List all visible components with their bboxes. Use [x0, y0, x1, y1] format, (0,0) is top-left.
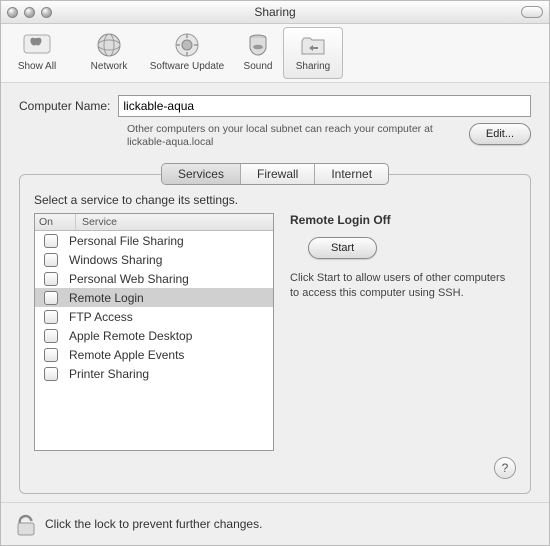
service-detail-title: Remote Login Off: [290, 213, 391, 227]
titlebar: Sharing: [1, 1, 549, 24]
toolbar-label: Network: [91, 61, 128, 72]
apple-icon: [22, 30, 52, 60]
toolbar-label: Show All: [18, 61, 56, 72]
globe-icon: [94, 30, 124, 60]
computer-name-input[interactable]: [118, 95, 531, 117]
service-item-windows-sharing[interactable]: Windows Sharing: [35, 250, 273, 269]
service-checkbox[interactable]: [35, 348, 67, 362]
service-name: Windows Sharing: [67, 253, 273, 267]
service-checkbox[interactable]: [35, 272, 67, 286]
service-item-personal-web-sharing[interactable]: Personal Web Sharing: [35, 269, 273, 288]
computer-name-label: Computer Name:: [19, 99, 110, 113]
minimize-window-button[interactable]: [24, 7, 35, 18]
lock-text: Click the lock to prevent further change…: [45, 517, 262, 531]
start-service-button[interactable]: Start: [308, 237, 377, 259]
preferences-toolbar: Show All Network Software Update Sound S: [1, 24, 549, 83]
service-item-remote-login[interactable]: Remote Login: [35, 288, 273, 307]
subnet-hint: Other computers on your local subnet can…: [127, 123, 457, 149]
column-header-service[interactable]: Service: [76, 214, 273, 230]
tab-firewall[interactable]: Firewall: [241, 164, 315, 184]
column-header-on[interactable]: On: [35, 214, 76, 230]
toolbar-toggle-button[interactable]: [521, 6, 543, 18]
toolbar-sharing[interactable]: Sharing: [283, 27, 343, 79]
services-panel: Select a service to change its settings.…: [19, 174, 531, 494]
service-name: Personal Web Sharing: [67, 272, 273, 286]
content-area: Computer Name: Other computers on your l…: [1, 83, 549, 502]
service-checkbox[interactable]: [35, 367, 67, 381]
tab-internet[interactable]: Internet: [315, 164, 388, 184]
folder-share-icon: [298, 30, 328, 60]
service-item-apple-remote-desktop[interactable]: Apple Remote Desktop: [35, 326, 273, 345]
service-item-remote-apple-events[interactable]: Remote Apple Events: [35, 345, 273, 364]
services-header: On Service: [35, 214, 273, 231]
lock-icon[interactable]: [15, 511, 37, 537]
service-name: Remote Apple Events: [67, 348, 273, 362]
service-item-ftp-access[interactable]: FTP Access: [35, 307, 273, 326]
toolbar-software-update[interactable]: Software Update: [141, 27, 233, 79]
service-checkbox[interactable]: [35, 310, 67, 324]
service-detail-pane: Remote Login Off Start Click Start to al…: [290, 213, 516, 451]
service-checkbox[interactable]: [35, 291, 67, 305]
services-instruction: Select a service to change its settings.: [34, 193, 516, 207]
toolbar-network[interactable]: Network: [79, 27, 139, 79]
close-window-button[interactable]: [7, 7, 18, 18]
service-name: Printer Sharing: [67, 367, 273, 381]
edit-hostname-button[interactable]: Edit...: [469, 123, 531, 145]
services-row: On Service Personal File Sharing Windows…: [34, 213, 516, 451]
service-checkbox[interactable]: [35, 329, 67, 343]
service-detail-description: Click Start to allow users of other comp…: [290, 271, 516, 301]
service-item-personal-file-sharing[interactable]: Personal File Sharing: [35, 231, 273, 250]
service-name: Apple Remote Desktop: [67, 329, 273, 343]
window-title: Sharing: [1, 5, 549, 19]
help-button[interactable]: ?: [494, 457, 516, 479]
subnet-row: Other computers on your local subnet can…: [127, 123, 531, 149]
service-checkbox[interactable]: [35, 234, 67, 248]
tab-services[interactable]: Services: [162, 164, 241, 184]
toolbar-sound[interactable]: Sound: [235, 27, 281, 79]
service-name: FTP Access: [67, 310, 273, 324]
toolbar-label: Sound: [244, 61, 273, 72]
lock-row: Click the lock to prevent further change…: [1, 502, 549, 545]
services-list-body: Personal File Sharing Windows Sharing Pe…: [35, 231, 273, 450]
service-name: Remote Login: [67, 291, 273, 305]
computer-name-row: Computer Name:: [19, 95, 531, 117]
zoom-window-button[interactable]: [41, 7, 52, 18]
services-list: On Service Personal File Sharing Windows…: [34, 213, 274, 451]
update-icon: [172, 30, 202, 60]
window-controls: [7, 7, 52, 18]
toolbar-label: Software Update: [150, 61, 225, 72]
toolbar-label: Sharing: [296, 61, 330, 72]
service-item-printer-sharing[interactable]: Printer Sharing: [35, 364, 273, 383]
service-name: Personal File Sharing: [67, 234, 273, 248]
toolbar-show-all[interactable]: Show All: [7, 27, 67, 79]
sharing-preferences-window: Sharing Show All Network Software Update: [0, 0, 550, 546]
speaker-icon: [243, 30, 273, 60]
service-checkbox[interactable]: [35, 253, 67, 267]
